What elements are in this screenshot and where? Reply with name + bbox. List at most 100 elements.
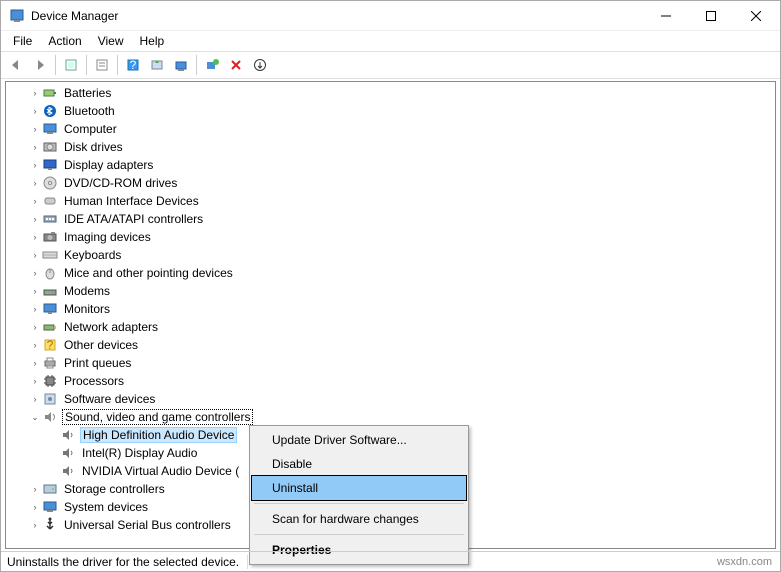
tree-item-label[interactable]: Other devices [62, 338, 140, 352]
tree-item-label[interactable]: Processors [62, 374, 126, 388]
tree-item-label[interactable]: Network adapters [62, 320, 160, 334]
show-hidden-icon[interactable] [60, 54, 82, 76]
tree-item-label[interactable]: NVIDIA Virtual Audio Device ( [80, 464, 241, 478]
expand-arrow-icon[interactable]: › [28, 394, 42, 404]
speaker-icon [60, 445, 76, 461]
tree-item-label[interactable]: Disk drives [62, 140, 125, 154]
tree-item-label[interactable]: Sound, video and game controllers [62, 409, 253, 425]
context-item[interactable]: Disable [252, 452, 466, 476]
tree-row[interactable]: › Mice and other pointing devices [6, 264, 775, 282]
tree-row[interactable]: › Human Interface Devices [6, 192, 775, 210]
tree-row[interactable]: › Computer [6, 120, 775, 138]
tree-row[interactable]: › Monitors [6, 300, 775, 318]
tree-row[interactable]: › DVD/CD-ROM drives [6, 174, 775, 192]
tree-item-label[interactable]: System devices [62, 500, 150, 514]
disable-icon[interactable] [225, 54, 247, 76]
tree-item-label[interactable]: Monitors [62, 302, 112, 316]
expand-arrow-icon[interactable]: › [28, 484, 42, 494]
context-item[interactable]: Scan for hardware changes [252, 507, 466, 531]
system-icon [42, 499, 58, 515]
tree-item-label[interactable]: Print queues [62, 356, 133, 370]
tree-row[interactable]: › Modems [6, 282, 775, 300]
help-icon[interactable]: ? [122, 54, 144, 76]
tree-item-label[interactable]: Software devices [62, 392, 157, 406]
display-icon [42, 157, 58, 173]
toolbar-separator [55, 55, 56, 75]
tree-item-label[interactable]: Universal Serial Bus controllers [62, 518, 233, 532]
expand-arrow-icon[interactable]: › [28, 286, 42, 296]
expand-arrow-icon[interactable]: › [28, 196, 42, 206]
tree-row[interactable]: › Print queues [6, 354, 775, 372]
titlebar: Device Manager [1, 1, 780, 31]
expand-arrow-icon[interactable]: › [28, 322, 42, 332]
menu-action[interactable]: Action [42, 32, 87, 50]
maximize-button[interactable] [688, 2, 733, 30]
expand-arrow-icon[interactable]: › [28, 106, 42, 116]
tree-row[interactable]: ›? Other devices [6, 336, 775, 354]
tree-row[interactable]: › Imaging devices [6, 228, 775, 246]
tree-row[interactable]: › Disk drives [6, 138, 775, 156]
tree-row[interactable]: › Display adapters [6, 156, 775, 174]
menu-view[interactable]: View [92, 32, 130, 50]
scan-hardware-icon[interactable] [201, 54, 223, 76]
tree-item-label[interactable]: Computer [62, 122, 119, 136]
menubar: File Action View Help [1, 31, 780, 51]
other-icon: ? [42, 337, 58, 353]
update-driver-icon[interactable] [146, 54, 168, 76]
tree-item-label[interactable]: Modems [62, 284, 112, 298]
tree-item-label[interactable]: Display adapters [62, 158, 155, 172]
expand-arrow-icon[interactable]: › [28, 160, 42, 170]
uninstall-device-icon[interactable] [170, 54, 192, 76]
expand-arrow-icon[interactable]: › [28, 304, 42, 314]
minimize-button[interactable] [643, 2, 688, 30]
context-item[interactable]: Uninstall [252, 476, 466, 500]
forward-button[interactable] [29, 54, 51, 76]
back-button[interactable] [5, 54, 27, 76]
ide-icon [42, 211, 58, 227]
tree-item-label[interactable]: High Definition Audio Device [80, 427, 237, 443]
tree-item-label[interactable]: Imaging devices [62, 230, 153, 244]
tree-row[interactable]: › Network adapters [6, 318, 775, 336]
tree-row[interactable]: › IDE ATA/ATAPI controllers [6, 210, 775, 228]
tree-row[interactable]: › Batteries [6, 84, 775, 102]
expand-arrow-icon[interactable]: › [28, 376, 42, 386]
expand-arrow-icon[interactable]: › [28, 142, 42, 152]
dvd-icon [42, 175, 58, 191]
expand-arrow-icon[interactable]: › [28, 268, 42, 278]
tree-item-label[interactable]: IDE ATA/ATAPI controllers [62, 212, 205, 226]
context-separator [254, 503, 464, 504]
expand-arrow-icon[interactable]: › [28, 214, 42, 224]
tree-row[interactable]: › Software devices [6, 390, 775, 408]
tree-item-label[interactable]: Human Interface Devices [62, 194, 201, 208]
expand-arrow-icon[interactable]: › [28, 502, 42, 512]
tree-item-label[interactable]: Mice and other pointing devices [62, 266, 235, 280]
expand-arrow-icon[interactable]: › [28, 178, 42, 188]
expand-arrow-icon[interactable]: › [28, 358, 42, 368]
tree-row[interactable]: › Bluetooth [6, 102, 775, 120]
expand-arrow-icon[interactable]: › [28, 124, 42, 134]
expand-arrow-icon[interactable]: › [28, 520, 42, 530]
menu-help[interactable]: Help [134, 32, 171, 50]
menu-file[interactable]: File [7, 32, 38, 50]
tree-item-label[interactable]: Storage controllers [62, 482, 167, 496]
expand-arrow-icon[interactable]: › [28, 88, 42, 98]
tree-item-label[interactable]: Bluetooth [62, 104, 117, 118]
tree-row[interactable]: › Keyboards [6, 246, 775, 264]
netadapter-icon [42, 319, 58, 335]
context-item[interactable]: Update Driver Software... [252, 428, 466, 452]
enable-icon[interactable] [249, 54, 271, 76]
context-separator [254, 534, 464, 535]
tree-item-label[interactable]: Intel(R) Display Audio [80, 446, 199, 460]
close-button[interactable] [733, 2, 778, 30]
expand-arrow-icon[interactable]: › [28, 340, 42, 350]
collapse-arrow-icon[interactable]: ⌄ [28, 412, 42, 423]
expand-arrow-icon[interactable]: › [28, 250, 42, 260]
properties-icon[interactable] [91, 54, 113, 76]
tree-row[interactable]: › Processors [6, 372, 775, 390]
tree-item-label[interactable]: DVD/CD-ROM drives [62, 176, 179, 190]
tree-item-label[interactable]: Keyboards [62, 248, 123, 262]
expand-arrow-icon[interactable]: › [28, 232, 42, 242]
tree-row[interactable]: ⌄ Sound, video and game controllers [6, 408, 775, 426]
battery-icon [42, 85, 58, 101]
tree-item-label[interactable]: Batteries [62, 86, 113, 100]
